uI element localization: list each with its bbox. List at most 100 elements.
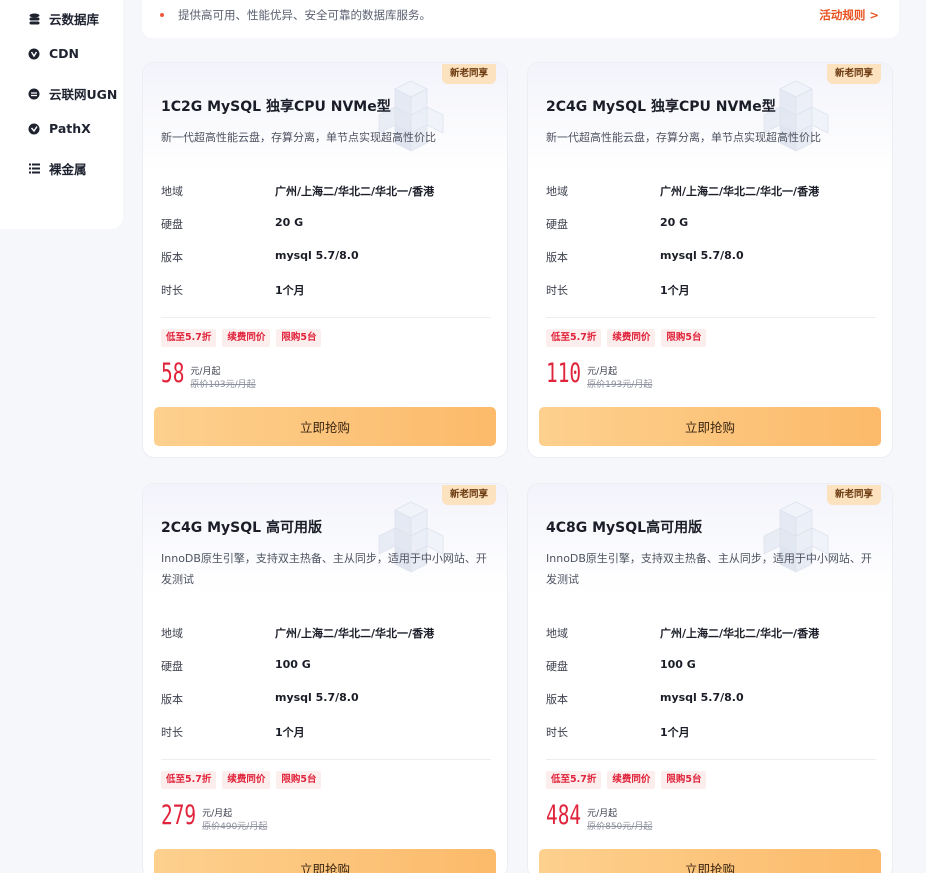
- promo-tags: 低至5.7折 续费同价 限购5台: [161, 771, 322, 789]
- spec-value: 广州/上海二/华北二/华北一/香港: [275, 185, 435, 198]
- spec-region: 地域 广州/上海二/华北二/华北一/香港: [161, 183, 491, 199]
- sidebar-item-label: PathX: [49, 121, 91, 136]
- price-unit: 元/月起: [587, 367, 618, 377]
- spec-label: 版本: [546, 693, 568, 706]
- promo-tag-limit: 限购5台: [276, 329, 322, 347]
- price-value: 484: [546, 800, 582, 831]
- spec-label: 地域: [161, 185, 183, 198]
- buy-now-button[interactable]: 立即抢购: [154, 407, 496, 446]
- cdn-icon: [28, 48, 40, 60]
- price-value: 58: [161, 358, 185, 389]
- bullet-dot: [160, 13, 164, 17]
- product-card: 新老同享 2C4G MySQL 独享CPU NVMe型 新一代超高性能云盘，存算…: [527, 62, 893, 458]
- spec-region: 地域 广州/上海二/华北二/华北一/香港: [546, 625, 876, 641]
- spec-region: 地域 广州/上海二/华北二/华北一/香港: [161, 625, 491, 641]
- spec-label: 版本: [161, 693, 183, 706]
- spec-label: 时长: [161, 726, 183, 739]
- promo-tag-limit: 限购5台: [661, 329, 707, 347]
- sidebar-item-baremetal[interactable]: 裸金属: [28, 159, 87, 178]
- spec-label: 硬盘: [546, 660, 568, 673]
- sidebar-item-label: 云联网UGN: [49, 87, 118, 102]
- product-card: 新老同享 2C4G MySQL 高可用版 InnoDB原生引擎，支持双主热备、主…: [142, 483, 508, 873]
- spec-label: 硬盘: [161, 660, 183, 673]
- sidebar-item-ugn[interactable]: 云联网UGN: [28, 84, 117, 103]
- card-description: InnoDB原生引擎，支持双主热备、主从同步，适用于中小网站、开发测试: [546, 552, 872, 586]
- promo-tag-discount: 低至5.7折: [546, 771, 602, 789]
- server-list-icon: [28, 163, 40, 175]
- spec-version: 版本 mysql 5.7/8.0: [546, 691, 876, 707]
- spec-value: 20 G: [275, 216, 304, 229]
- spec-value: 1个月: [275, 726, 305, 739]
- badge-new-old-users: 新老同享: [441, 64, 496, 84]
- badge-new-old-users: 新老同享: [826, 64, 881, 84]
- spec-value: 20 G: [660, 216, 689, 229]
- card-description: 新一代超高性能云盘，存算分离，单节点实现超高性价比: [161, 131, 436, 144]
- network-icon: [28, 88, 40, 100]
- buy-now-button[interactable]: 立即抢购: [539, 407, 881, 446]
- spec-value: mysql 5.7/8.0: [275, 691, 359, 704]
- card-title: 1C2G MySQL 独享CPU NVMe型: [161, 99, 391, 115]
- spec-label: 时长: [546, 726, 568, 739]
- database-icon: [28, 13, 40, 25]
- original-price: 原价103元/月起: [190, 380, 256, 390]
- spec-value: 1个月: [660, 284, 690, 297]
- spec-value: 广州/上海二/华北二/华北一/香港: [660, 185, 820, 198]
- original-price: 原价193元/月起: [587, 380, 653, 390]
- spec-duration: 时长 1个月: [161, 282, 491, 298]
- pathx-icon: [28, 123, 40, 135]
- price-unit: 元/月起: [202, 809, 233, 819]
- sidebar: 云数据库 CDN 云联网UGN PathX 裸金属: [0, 0, 123, 229]
- spec-label: 地域: [161, 627, 183, 640]
- spec-value: 1个月: [660, 726, 690, 739]
- promo-tag-discount: 低至5.7折: [161, 771, 217, 789]
- spec-disk: 硬盘 20 G: [161, 216, 491, 232]
- spec-duration: 时长 1个月: [546, 724, 876, 740]
- spec-disk: 硬盘 100 G: [161, 658, 491, 674]
- sidebar-item-database[interactable]: 云数据库: [28, 9, 99, 28]
- spec-value: 100 G: [660, 658, 696, 671]
- card-title: 2C4G MySQL 独享CPU NVMe型: [546, 99, 776, 115]
- spec-disk: 硬盘 100 G: [546, 658, 876, 674]
- promo-tag-renewal: 续费同价: [222, 771, 271, 789]
- sidebar-item-cdn[interactable]: CDN: [28, 46, 79, 61]
- spec-duration: 时长 1个月: [161, 724, 491, 740]
- card-title: 2C4G MySQL 高可用版: [161, 520, 322, 536]
- spec-value: 广州/上海二/华北二/华北一/香港: [660, 627, 820, 640]
- buy-now-button[interactable]: 立即抢购: [154, 849, 496, 873]
- divider: [546, 759, 876, 760]
- price-unit: 元/月起: [190, 367, 221, 377]
- promo-tags: 低至5.7折 续费同价 限购5台: [161, 329, 322, 347]
- notice-text: 提供高可用、性能优异、安全可靠的数据库服务。: [178, 8, 431, 22]
- spec-region: 地域 广州/上海二/华北二/华北一/香港: [546, 183, 876, 199]
- promo-tag-renewal: 续费同价: [222, 329, 271, 347]
- spec-version: 版本 mysql 5.7/8.0: [161, 691, 491, 707]
- spec-value: mysql 5.7/8.0: [275, 249, 359, 262]
- card-title: 4C8G MySQL高可用版: [546, 520, 703, 536]
- sidebar-item-label: 云数据库: [49, 12, 100, 27]
- spec-label: 时长: [161, 284, 183, 297]
- sidebar-item-label: CDN: [49, 46, 80, 61]
- activity-rules-link[interactable]: 活动规则 >: [819, 7, 879, 23]
- spec-label: 版本: [546, 251, 568, 264]
- spec-value: mysql 5.7/8.0: [660, 249, 744, 262]
- card-description: InnoDB原生引擎，支持双主热备、主从同步，适用于中小网站、开发测试: [161, 552, 487, 586]
- spec-value: 广州/上海二/华北二/华北一/香港: [275, 627, 435, 640]
- product-card: 新老同享 4C8G MySQL高可用版 InnoDB原生引擎，支持双主热备、主从…: [527, 483, 893, 873]
- sidebar-item-pathx[interactable]: PathX: [28, 121, 91, 136]
- original-price: 原价850元/月起: [587, 822, 653, 832]
- divider: [546, 317, 876, 318]
- price-value: 110: [546, 358, 582, 389]
- spec-label: 地域: [546, 185, 568, 198]
- buy-now-button[interactable]: 立即抢购: [539, 849, 881, 873]
- spec-label: 版本: [161, 251, 183, 264]
- promo-tags: 低至5.7折 续费同价 限购5台: [546, 329, 707, 347]
- spec-version: 版本 mysql 5.7/8.0: [161, 249, 491, 265]
- spec-value: 100 G: [275, 658, 311, 671]
- card-description: 新一代超高性能云盘，存算分离，单节点实现超高性价比: [546, 131, 821, 144]
- price-value: 279: [161, 800, 197, 831]
- promo-tag-renewal: 续费同价: [607, 329, 656, 347]
- spec-value: 1个月: [275, 284, 305, 297]
- promo-tag-discount: 低至5.7折: [546, 329, 602, 347]
- promo-tags: 低至5.7折 续费同价 限购5台: [546, 771, 707, 789]
- divider: [161, 759, 491, 760]
